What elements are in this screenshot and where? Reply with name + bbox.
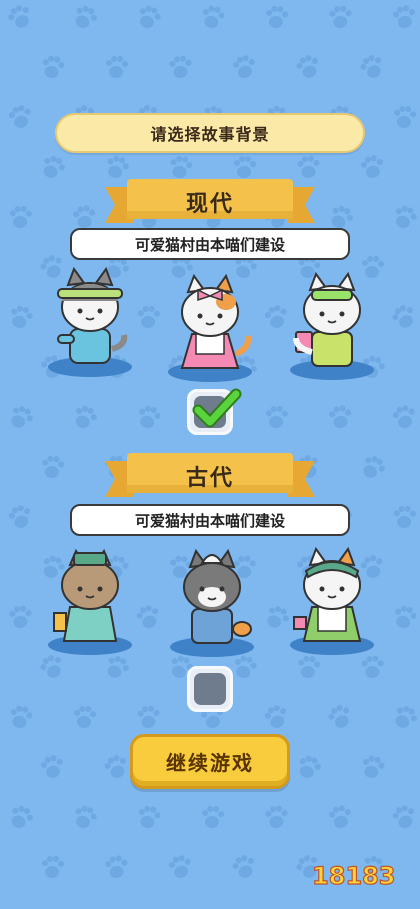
watermark-logo: 18183 <box>311 861 396 890</box>
cat-mechanic-character[interactable] <box>40 265 140 377</box>
cat-ancient-scholar-character[interactable] <box>40 543 140 655</box>
page-title: 请选择故事背景 <box>55 113 365 153</box>
cat-pink-dress-character[interactable] <box>160 270 260 382</box>
era-description-ancient: 可爱猫村由本喵们建设 <box>70 504 350 536</box>
cat-ancient-lady-character[interactable] <box>282 543 382 655</box>
era-label-modern: 现代 <box>185 192 234 217</box>
checkmark-icon <box>192 388 242 428</box>
era-ribbon-modern: 现代 <box>105 177 315 229</box>
modern-checkbox[interactable] <box>187 388 242 435</box>
ancient-checkbox[interactable] <box>187 666 233 712</box>
era-ribbon-ancient: 古代 <box>105 451 315 503</box>
cat-ancient-traveler-character[interactable] <box>162 545 262 657</box>
cat-sunglasses-character[interactable] <box>282 268 382 380</box>
continue-game-button[interactable]: 继续游戏 <box>130 734 290 789</box>
era-label-ancient: 古代 <box>185 466 234 491</box>
era-description-modern: 可爱猫村由本喵们建设 <box>70 228 350 260</box>
